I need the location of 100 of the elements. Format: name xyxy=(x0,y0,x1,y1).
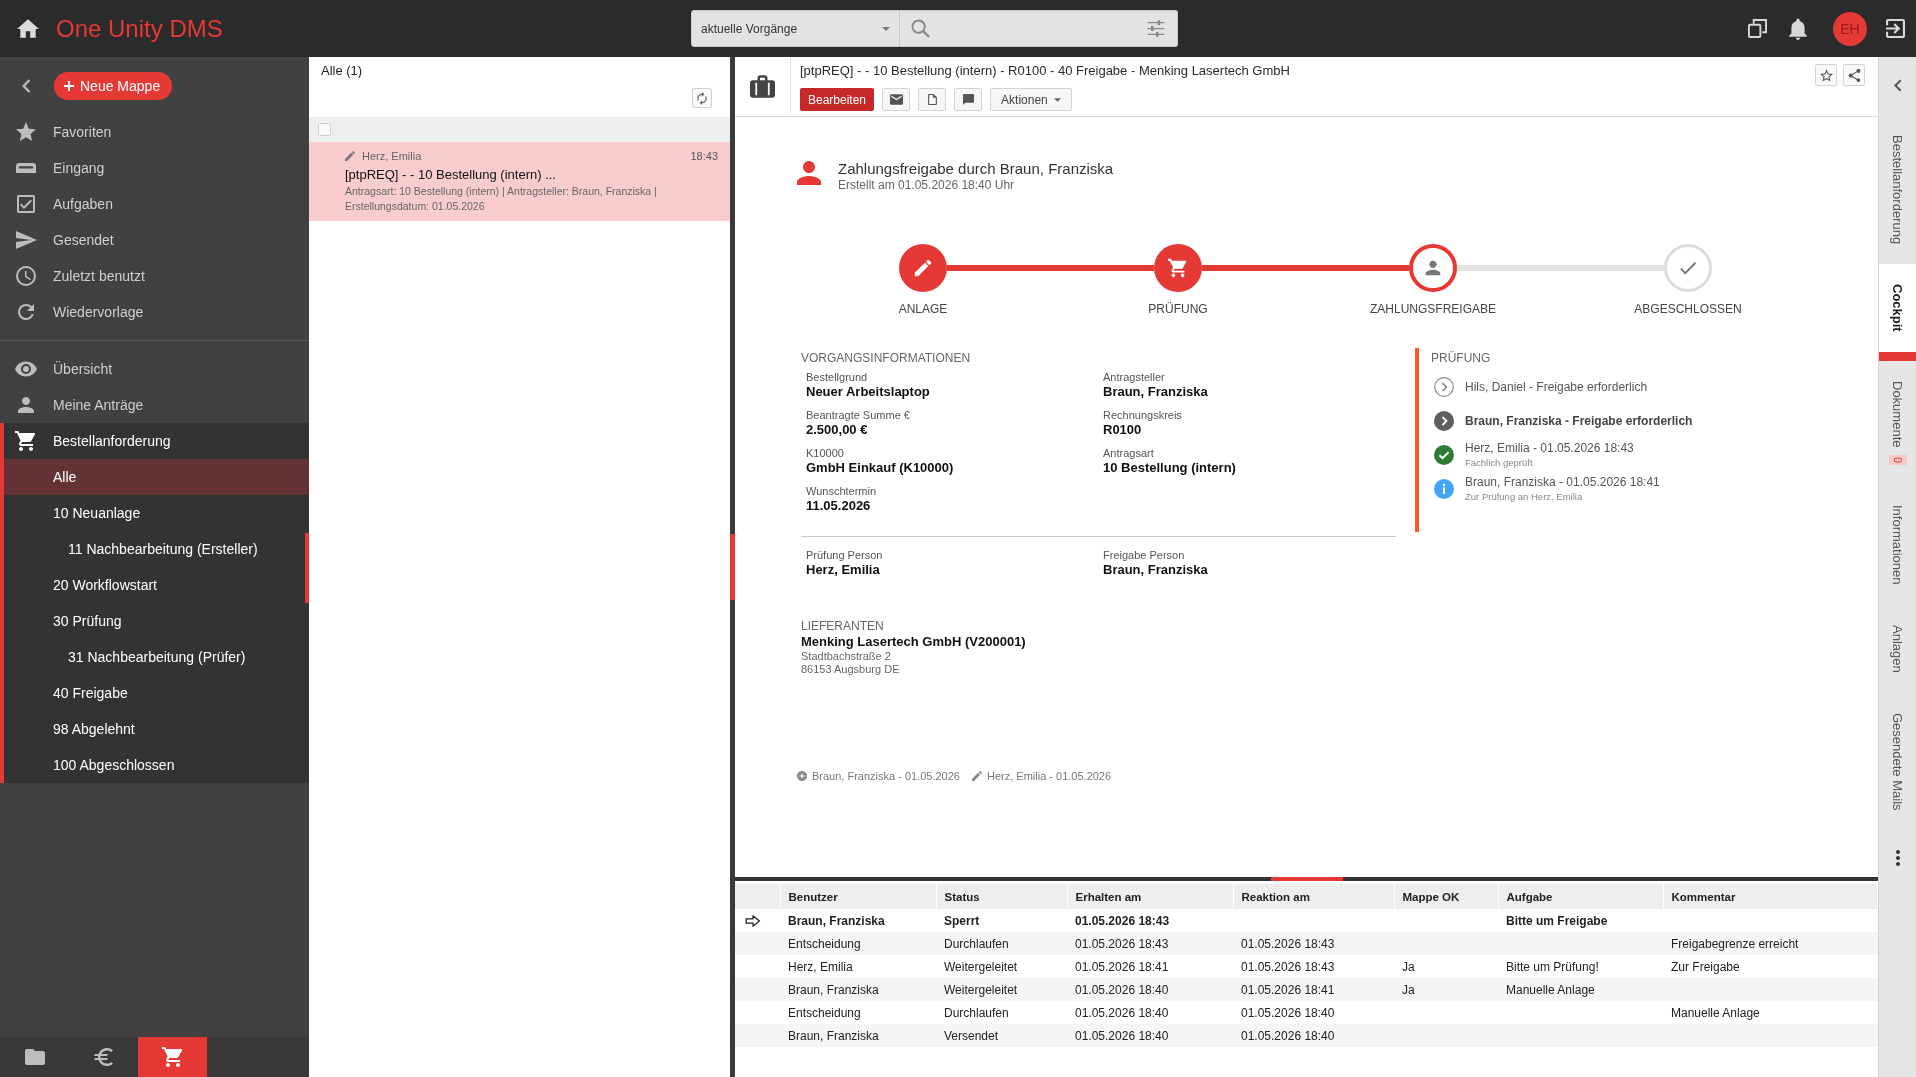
tree-item[interactable]: Alle xyxy=(4,459,309,495)
table-cell: Versendet xyxy=(936,1024,1067,1047)
share-button[interactable] xyxy=(1843,64,1865,86)
home-icon[interactable] xyxy=(17,19,39,38)
tree-item[interactable]: 98 Abgelehnt xyxy=(4,711,309,747)
side-tab[interactable]: Bestellanforderung xyxy=(1879,115,1916,265)
more-icon[interactable] xyxy=(1895,850,1900,867)
tree-item[interactable]: 20 Workflowstart xyxy=(4,567,309,603)
nav-item[interactable]: Aufgaben xyxy=(0,186,309,222)
step-label: ABGESCHLOSSEN xyxy=(1634,302,1742,316)
sliders-icon[interactable] xyxy=(1146,20,1166,37)
chevron-left-icon[interactable] xyxy=(1893,79,1902,92)
refresh-button[interactable] xyxy=(692,88,712,108)
info-icon xyxy=(1434,479,1454,499)
table-cell: Bitte um Freigabe xyxy=(1498,909,1663,932)
nav-item[interactable]: Wiedervorlage xyxy=(0,294,309,330)
column-header[interactable]: Erhalten am xyxy=(1067,884,1233,909)
side-tab[interactable]: Dokumente 0 xyxy=(1879,360,1916,486)
nav-item[interactable]: Bestellanforderung xyxy=(4,423,309,459)
actions-button[interactable]: Aktionen xyxy=(990,88,1072,111)
tree-item[interactable]: 100 Abgeschlossen xyxy=(4,747,309,783)
field-label: Prüfung Person xyxy=(806,548,884,562)
review-entry: Herz, Emilia - 01.05.2026 18:43 xyxy=(1465,441,1634,456)
tree-item[interactable]: 10 Neuanlage xyxy=(4,495,309,531)
column-header[interactable]: Reaktion am xyxy=(1233,884,1394,909)
resize-handle[interactable] xyxy=(730,534,735,600)
column-header[interactable]: Mappe OK xyxy=(1394,884,1498,909)
table-cell: Entscheidung xyxy=(780,1001,936,1024)
person-icon xyxy=(797,161,821,185)
column-header[interactable]: Status xyxy=(936,884,1067,909)
field-label: Antragsart xyxy=(1103,446,1155,460)
table-cell: Durchlaufen xyxy=(936,932,1067,955)
check-circle-icon xyxy=(1434,445,1454,465)
review-entry: Hils, Daniel - Freigabe erforderlich xyxy=(1465,379,1648,395)
tree-item[interactable]: 11 Nachbearbeitung (Ersteller) xyxy=(4,531,309,567)
table-cell: 01.05.2026 18:41 xyxy=(1233,978,1394,1001)
comment-button[interactable] xyxy=(954,88,983,111)
table-cell: Bitte um Prüfung! xyxy=(1498,955,1663,978)
side-tab[interactable]: Gesendete Mails xyxy=(1879,692,1916,831)
table-cell: 01.05.2026 18:40 xyxy=(1067,1001,1233,1024)
field-value: 2.500,00 € xyxy=(806,422,869,438)
supplier-address: 86153 Augsburg DE xyxy=(801,663,901,676)
cockpit-heading: Zahlungsfreigabe durch Braun, Franziska xyxy=(838,159,1114,178)
logout-icon[interactable] xyxy=(1886,19,1905,38)
column-header[interactable]: Benutzer xyxy=(780,884,936,909)
checkbox[interactable] xyxy=(318,123,331,136)
arrow-right-icon xyxy=(745,914,761,927)
chevron-circle-icon xyxy=(1434,377,1454,397)
field-value: GmbH Einkauf (K10000) xyxy=(806,460,955,476)
favorite-button[interactable] xyxy=(1815,64,1837,86)
comment-icon xyxy=(961,94,975,105)
chevron-left-icon[interactable] xyxy=(22,78,31,93)
step-label: PRÜFUNG xyxy=(1148,302,1208,316)
star-icon xyxy=(15,121,37,143)
list-item[interactable]: Herz, Emilia 18:43 [ptpREQ] - - 10 Bestellung (intern) ... Antragsart: 10 Bestellung (intern) | Antragsteller: Braun, Franziska | Erstellungsdatum: 01.05.2026 xyxy=(309,142,730,221)
folder-icon xyxy=(23,1047,46,1067)
tree-item[interactable]: 31 Nachbearbeitung (Prüfer) xyxy=(4,639,309,675)
field-value: R0100 xyxy=(1103,422,1143,438)
column-header[interactable]: Aufgabe xyxy=(1498,884,1663,909)
side-tab[interactable]: Cockpit xyxy=(1879,264,1916,361)
nav-item[interactable]: Übersicht xyxy=(0,351,309,387)
field-value: Braun, Franziska xyxy=(1103,562,1209,578)
column-header[interactable]: Kommentar xyxy=(1663,884,1878,909)
table-cell: Manuelle Anlage xyxy=(1498,978,1663,1001)
bell-icon[interactable] xyxy=(1789,17,1807,40)
resize-handle[interactable] xyxy=(305,533,309,603)
section-title: PRÜFUNG xyxy=(1431,350,1492,366)
tree-item[interactable]: 40 Freigabe xyxy=(4,675,309,711)
table-cell: Braun, Franziska xyxy=(780,909,936,932)
side-tab[interactable]: Anlagen xyxy=(1879,604,1916,693)
cart-tab[interactable] xyxy=(138,1037,207,1077)
nav-item[interactable]: Eingang xyxy=(0,150,309,186)
windows-icon[interactable] xyxy=(1748,19,1767,38)
new-folder-button[interactable]: Neue Mappe xyxy=(54,71,173,100)
nav-item[interactable]: Favoriten xyxy=(0,114,309,150)
table-cell: Ja xyxy=(1394,978,1498,1001)
field-value: Neuer Arbeitslaptop xyxy=(806,384,931,400)
table-cell: Weitergeleitet xyxy=(936,955,1067,978)
review-note: Zur Prüfung an Herz, Emilia xyxy=(1465,490,1584,503)
nav-item[interactable]: Meine Anträge xyxy=(0,387,309,423)
search-icon xyxy=(911,19,930,38)
field-label: Wunschtermin xyxy=(806,484,878,498)
mail-button[interactable] xyxy=(882,88,911,111)
table-cell: Herz, Emilia xyxy=(780,955,936,978)
table-cell: Manuelle Anlage xyxy=(1663,1001,1878,1024)
search-field[interactable] xyxy=(900,10,1178,47)
table-cell: Entscheidung xyxy=(780,932,936,955)
resize-handle[interactable] xyxy=(1270,877,1343,881)
nav-item[interactable]: Zuletzt benutzt xyxy=(0,258,309,294)
cart-icon xyxy=(15,430,37,452)
scope-select[interactable]: aktuelle Vorgänge xyxy=(691,10,900,47)
nav-item[interactable]: Gesendet xyxy=(0,222,309,258)
field-label: Antragsteller xyxy=(1103,370,1166,384)
tree-item[interactable]: 30 Prüfung xyxy=(4,603,309,639)
table-cell: 01.05.2026 18:40 xyxy=(1067,978,1233,1001)
side-tab[interactable]: Informationen xyxy=(1879,485,1916,605)
chevron-circle-icon xyxy=(1434,411,1454,431)
document-button[interactable] xyxy=(918,88,947,111)
edit-button[interactable]: Bearbeiten xyxy=(800,88,875,111)
field-value: Herz, Emilia xyxy=(806,562,881,578)
